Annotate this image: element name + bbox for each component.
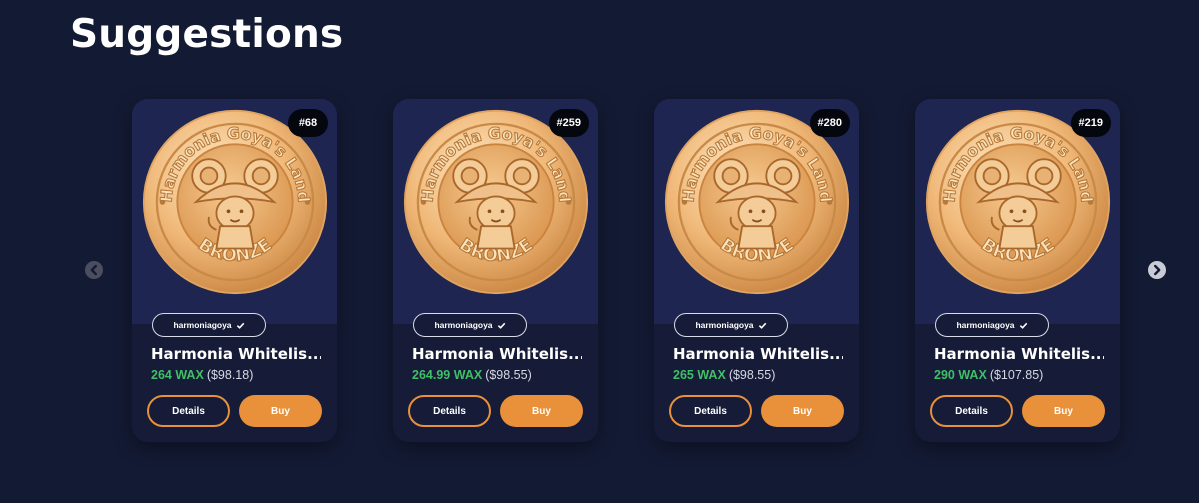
mint-number-badge: #219 (1070, 109, 1111, 137)
creator-name: harmoniagoya (434, 320, 493, 330)
card-title[interactable]: Harmonia Whitelis... (673, 345, 843, 363)
creator-name: harmoniagoya (695, 320, 754, 330)
details-button[interactable]: Details (147, 395, 230, 427)
chevron-right-icon (1148, 261, 1166, 279)
suggestions-carousel: Harmonia Goya's Land BRONZE #68 harmoniag… (0, 0, 1199, 503)
mint-number-badge: #259 (548, 109, 589, 137)
card-price: 290 WAX ($107.85) (934, 368, 1043, 382)
buy-button[interactable]: Buy (1022, 395, 1105, 427)
nft-card[interactable]: Harmonia Goya's Land BRONZE #280 harmonia… (654, 99, 859, 442)
creator-chip[interactable]: harmoniagoya (674, 313, 788, 337)
nft-card[interactable]: Harmonia Goya's Land BRONZE #259 harmonia… (393, 99, 598, 442)
verified-check-icon (758, 322, 766, 329)
details-button[interactable]: Details (669, 395, 752, 427)
creator-name: harmoniagoya (173, 320, 232, 330)
carousel-next-button[interactable] (1148, 261, 1166, 279)
mint-number-badge: #68 (288, 109, 328, 137)
chevron-left-icon (85, 261, 103, 279)
price-wax: 265 WAX (673, 368, 726, 382)
buy-button[interactable]: Buy (761, 395, 844, 427)
details-button[interactable]: Details (408, 395, 491, 427)
creator-name: harmoniagoya (956, 320, 1015, 330)
buy-button[interactable]: Buy (239, 395, 322, 427)
card-price: 265 WAX ($98.55) (673, 368, 775, 382)
price-wax: 290 WAX (934, 368, 987, 382)
verified-check-icon (1019, 322, 1027, 329)
creator-chip[interactable]: harmoniagoya (935, 313, 1049, 337)
price-usd: ($98.18) (206, 368, 254, 382)
verified-check-icon (497, 322, 505, 329)
price-usd: ($98.55) (485, 368, 532, 382)
details-button[interactable]: Details (930, 395, 1013, 427)
price-wax: 264.99 WAX (412, 368, 483, 382)
creator-chip[interactable]: harmoniagoya (152, 313, 266, 337)
card-price: 264.99 WAX ($98.55) (412, 368, 532, 382)
verified-check-icon (236, 322, 244, 329)
card-title[interactable]: Harmonia Whitelis... (412, 345, 582, 363)
price-usd: ($107.85) (989, 368, 1044, 382)
price-usd: ($98.55) (728, 368, 776, 382)
nft-card[interactable]: Harmonia Goya's Land BRONZE #68 harmoniag… (132, 99, 337, 442)
card-title[interactable]: Harmonia Whitelis... (934, 345, 1104, 363)
buy-button[interactable]: Buy (500, 395, 583, 427)
card-price: 264 WAX ($98.18) (151, 368, 253, 382)
mint-number-badge: #280 (809, 109, 850, 137)
carousel-prev-button[interactable] (85, 261, 103, 279)
nft-card[interactable]: Harmonia Goya's Land BRONZE #219 harmonia… (915, 99, 1120, 442)
price-wax: 264 WAX (151, 368, 204, 382)
creator-chip[interactable]: harmoniagoya (413, 313, 527, 337)
card-title[interactable]: Harmonia Whitelis... (151, 345, 321, 363)
